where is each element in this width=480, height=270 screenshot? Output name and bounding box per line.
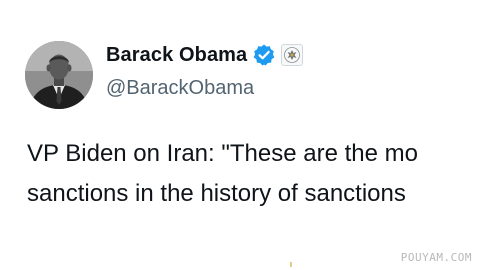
author-name-row: Barack Obama	[106, 40, 304, 70]
government-seal-icon	[281, 44, 304, 66]
tweet-text-line-1: VP Biden on Iran: "These are the mo	[27, 140, 418, 167]
author-handle[interactable]: @BarackObama	[106, 77, 254, 100]
decorative-mark	[290, 262, 292, 267]
tweet-text-line-2: sanctions in the history of sanctions	[27, 180, 406, 207]
author-display-name[interactable]: Barack Obama	[106, 44, 247, 67]
author-avatar[interactable]	[25, 41, 93, 109]
verified-badge-icon	[252, 43, 276, 67]
tweet-text: VP Biden on Iran: "These are the mo sanc…	[27, 134, 480, 214]
watermark: POUYAM.COM	[400, 251, 472, 264]
